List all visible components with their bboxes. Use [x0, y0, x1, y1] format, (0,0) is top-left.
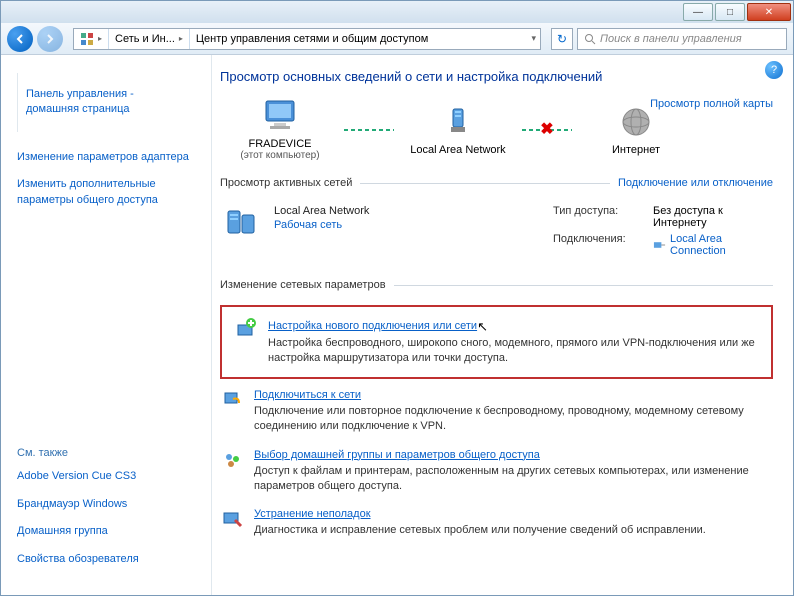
troubleshoot-link[interactable]: Устранение неполадок [254, 508, 706, 520]
dropdown-icon[interactable]: ▾ [527, 33, 540, 44]
see-also-adobe[interactable]: Adobe Version Cue CS3 [17, 469, 197, 484]
sidebar-home-link[interactable]: Панель управления - домашняя страница [17, 73, 195, 132]
connect-network-desc: Подключение или повторное подключение к … [254, 404, 773, 435]
network-type-icon [220, 205, 264, 245]
homegroup-link[interactable]: Выбор домашней группы и параметров общег… [254, 449, 773, 461]
see-also-homegroup[interactable]: Домашняя группа [17, 524, 197, 539]
new-connection-desc: Настройка беспроводного, широкопо сного,… [268, 336, 759, 367]
see-also-header: См. также [17, 447, 197, 459]
x-icon: ✖ [540, 119, 553, 139]
control-panel-icon[interactable]: ▸ [74, 29, 109, 49]
globe-icon [616, 104, 656, 140]
new-connection-link[interactable]: Настройка нового подключения или сети↖ [268, 317, 759, 333]
sidebar: Панель управления - домашняя страница Из… [1, 55, 211, 595]
connections-label: Подключения: [553, 233, 643, 257]
active-connection: Local Area Network Рабочая сеть Тип дост… [220, 197, 773, 271]
connection-link[interactable]: Local Area Connection [653, 233, 773, 257]
forward-button[interactable] [37, 26, 63, 52]
breadcrumb-current[interactable]: Центр управления сетями и общим доступом [190, 29, 434, 49]
active-networks-header: Просмотр активных сетей [220, 177, 352, 191]
troubleshoot-icon [220, 508, 244, 538]
content: Панель управления - домашняя страница Из… [1, 55, 793, 595]
map-connection-line [344, 129, 394, 131]
main-panel: ? Просмотр основных сведений о сети и на… [211, 55, 793, 595]
close-button[interactable]: ✕ [747, 3, 791, 21]
map-broken-line: ✖ [522, 129, 572, 131]
map-network-label: Local Area Network [398, 144, 518, 156]
map-internet-label: Интернет [576, 144, 696, 156]
see-also-firewall[interactable]: Брандмауэр Windows [17, 497, 197, 512]
titlebar: — □ ✕ [1, 1, 793, 23]
control-panel-window: — □ ✕ ▸ Сеть и Ин... ▸ Центр управления … [0, 0, 794, 596]
homegroup-icon [220, 449, 244, 495]
adapter-icon [653, 239, 666, 251]
help-button[interactable]: ? [765, 61, 783, 79]
page-title: Просмотр основных сведений о сети и наст… [220, 69, 773, 84]
connection-name: Local Area Network [274, 205, 543, 217]
search-placeholder: Поиск в панели управления [600, 33, 742, 45]
sidebar-sharing-link[interactable]: Изменить дополнительные параметры общего… [17, 177, 195, 208]
address-bar[interactable]: ▸ Сеть и Ин... ▸ Центр управления сетями… [73, 28, 541, 50]
breadcrumb-text: Центр управления сетями и общим доступом [196, 33, 428, 45]
divider [360, 183, 610, 184]
connect-disconnect-link[interactable]: Подключение или отключение [618, 177, 773, 189]
breadcrumb-network[interactable]: Сеть и Ин... ▸ [109, 29, 190, 49]
map-computer: FRADEVICE (этот компьютер) [220, 98, 340, 161]
cursor-icon: ↖ [477, 319, 488, 335]
computer-icon [260, 98, 300, 134]
map-internet: Интернет [576, 104, 696, 156]
breadcrumb-text: Сеть и Ин... [115, 33, 175, 45]
map-computer-sub: (этот компьютер) [220, 150, 340, 161]
network-icon [438, 104, 478, 140]
network-type-link[interactable]: Рабочая сеть [274, 219, 543, 231]
change-settings-header: Изменение сетевых параметров [220, 279, 386, 293]
homegroup-desc: Доступ к файлам и принтерам, расположенн… [254, 464, 773, 495]
map-computer-label: FRADEVICE [220, 138, 340, 150]
network-map: FRADEVICE (этот компьютер) Local Area Ne… [220, 98, 773, 161]
back-button[interactable] [7, 26, 33, 52]
search-input[interactable]: Поиск в панели управления [577, 28, 787, 50]
access-type-value: Без доступа к Интернету [653, 205, 773, 229]
connect-icon [220, 389, 244, 435]
navbar: ▸ Сеть и Ин... ▸ Центр управления сетями… [1, 23, 793, 55]
access-type-label: Тип доступа: [553, 205, 643, 229]
map-network: Local Area Network [398, 104, 518, 156]
refresh-button[interactable]: ↻ [551, 28, 573, 50]
see-also-ie[interactable]: Свойства обозревателя [17, 552, 197, 567]
minimize-button[interactable]: — [683, 3, 713, 21]
connect-network-link[interactable]: Подключиться к сети [254, 389, 773, 401]
troubleshoot-desc: Диагностика и исправление сетевых пробле… [254, 523, 706, 538]
new-connection-icon [234, 317, 258, 367]
sidebar-adapter-link[interactable]: Изменение параметров адаптера [17, 150, 195, 165]
see-also: См. также Adobe Version Cue CS3 Брандмау… [17, 447, 197, 579]
maximize-button[interactable]: □ [715, 3, 745, 21]
highlighted-action: Настройка нового подключения или сети↖ Н… [220, 305, 773, 379]
divider [394, 285, 773, 286]
